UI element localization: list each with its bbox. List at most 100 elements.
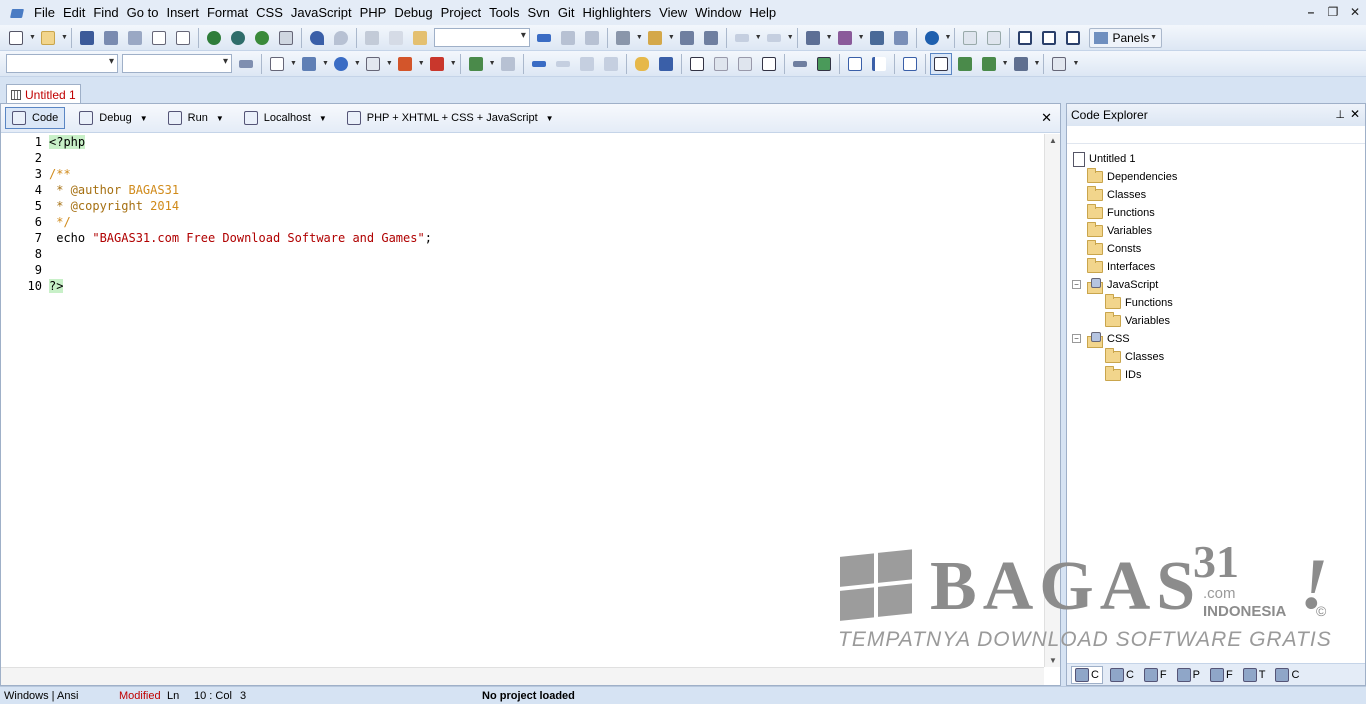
menu-highlighters[interactable]: Highlighters bbox=[578, 0, 655, 25]
tree-item-variables[interactable]: Variables bbox=[1067, 222, 1365, 240]
menu-view[interactable]: View bbox=[655, 0, 691, 25]
layout-a-icon[interactable] bbox=[959, 27, 981, 49]
plugin-icon[interactable] bbox=[802, 27, 824, 49]
browser-icon[interactable] bbox=[227, 27, 249, 49]
menu-help[interactable]: Help bbox=[745, 0, 780, 25]
uncomment-icon[interactable] bbox=[600, 53, 622, 75]
export-icon[interactable] bbox=[978, 53, 1000, 75]
web-icon[interactable] bbox=[251, 27, 273, 49]
wrap-icon[interactable] bbox=[655, 53, 677, 75]
tree-css-classes[interactable]: Classes bbox=[1067, 348, 1365, 366]
list-icon[interactable] bbox=[868, 53, 890, 75]
save-as-icon[interactable] bbox=[100, 27, 122, 49]
pin-icon[interactable] bbox=[497, 53, 519, 75]
clipboard-icon[interactable] bbox=[362, 53, 384, 75]
size-combo[interactable] bbox=[122, 54, 232, 73]
scroll-up-icon[interactable]: ▲ bbox=[1049, 136, 1057, 145]
eraser-icon[interactable] bbox=[890, 27, 912, 49]
menu-css[interactable]: CSS bbox=[252, 0, 287, 25]
menu-go-to[interactable]: Go to bbox=[123, 0, 163, 25]
tree-css[interactable]: CSS − bbox=[1067, 330, 1365, 348]
tools-icon[interactable] bbox=[866, 27, 888, 49]
paste-icon[interactable] bbox=[409, 27, 431, 49]
run-button[interactable]: Run ▼ bbox=[162, 107, 230, 129]
windows-icon[interactable] bbox=[1062, 27, 1084, 49]
menu-tools[interactable]: Tools bbox=[485, 0, 523, 25]
split-vertical-icon[interactable] bbox=[1038, 27, 1060, 49]
layout-b-icon[interactable] bbox=[983, 27, 1005, 49]
explorer-filter[interactable] bbox=[1067, 126, 1365, 144]
hand-icon[interactable] bbox=[631, 53, 653, 75]
debug-button[interactable]: Debug ▼ bbox=[73, 107, 153, 129]
package-icon[interactable] bbox=[644, 27, 666, 49]
block-a-icon[interactable] bbox=[710, 53, 732, 75]
tag-icon[interactable] bbox=[235, 53, 257, 75]
app-icon[interactable] bbox=[8, 3, 30, 23]
menu-edit[interactable]: Edit bbox=[59, 0, 89, 25]
close-window-button[interactable]: ✕ bbox=[1344, 0, 1366, 25]
explorer-tab-5[interactable]: F bbox=[1207, 666, 1236, 684]
explorer-tab-7[interactable]: C bbox=[1272, 666, 1302, 684]
div-icon[interactable] bbox=[899, 53, 921, 75]
menu-format[interactable]: Format bbox=[203, 0, 252, 25]
menu-javascript[interactable]: JavaScript bbox=[287, 0, 356, 25]
print-icon[interactable] bbox=[275, 27, 297, 49]
frame-icon[interactable] bbox=[686, 53, 708, 75]
copy-file-icon[interactable] bbox=[148, 27, 170, 49]
tree-css-ids[interactable]: IDs bbox=[1067, 366, 1365, 384]
undo-icon[interactable] bbox=[306, 27, 328, 49]
language-button[interactable]: PHP + XHTML + CSS + JavaScript ▼ bbox=[341, 107, 560, 129]
search-combo[interactable] bbox=[433, 28, 530, 47]
globe-icon[interactable] bbox=[921, 27, 943, 49]
open-folder-icon[interactable] bbox=[37, 27, 59, 49]
collapse-icon[interactable]: − bbox=[1072, 334, 1081, 343]
copy-icon[interactable] bbox=[385, 27, 407, 49]
tree-root[interactable]: Untitled 1 bbox=[1067, 150, 1365, 168]
image-icon[interactable] bbox=[813, 53, 835, 75]
forward-icon[interactable] bbox=[763, 27, 785, 49]
server-icon[interactable] bbox=[1010, 53, 1032, 75]
tree-item-consts[interactable]: Consts bbox=[1067, 240, 1365, 258]
menu-project[interactable]: Project bbox=[437, 0, 485, 25]
disk-icon[interactable] bbox=[298, 53, 320, 75]
highlighter-icon[interactable] bbox=[394, 53, 416, 75]
menu-file[interactable]: File bbox=[30, 0, 59, 25]
minimize-button[interactable]: – bbox=[1300, 0, 1322, 25]
edit-script-icon[interactable] bbox=[1048, 53, 1070, 75]
font-combo[interactable] bbox=[6, 54, 118, 73]
checkbox-icon[interactable] bbox=[758, 53, 780, 75]
gear-icon[interactable] bbox=[330, 53, 352, 75]
menu-php[interactable]: PHP bbox=[356, 0, 391, 25]
redo-icon[interactable] bbox=[330, 27, 352, 49]
calculator-icon[interactable] bbox=[426, 53, 448, 75]
code-view-button[interactable]: Code bbox=[5, 107, 66, 129]
comment-icon[interactable] bbox=[576, 53, 598, 75]
menu-find[interactable]: Find bbox=[89, 0, 122, 25]
browser-preview-icon[interactable] bbox=[203, 27, 225, 49]
tree-item-dependencies[interactable]: Dependencies bbox=[1067, 168, 1365, 186]
plugin-settings-icon[interactable] bbox=[834, 27, 856, 49]
menu-git[interactable]: Git bbox=[554, 0, 579, 25]
arrow-right-icon[interactable] bbox=[533, 27, 555, 49]
outdent-icon[interactable] bbox=[552, 53, 574, 75]
localhost-button[interactable]: Localhost ▼ bbox=[238, 107, 333, 129]
explorer-tab-3[interactable]: F bbox=[1141, 666, 1170, 684]
save-icon[interactable] bbox=[76, 27, 98, 49]
block-b-icon[interactable] bbox=[734, 53, 756, 75]
collapse-icon[interactable]: − bbox=[1072, 280, 1081, 289]
tree-item-classes[interactable]: Classes bbox=[1067, 186, 1365, 204]
horizontal-scrollbar[interactable] bbox=[1, 667, 1044, 685]
form-icon[interactable] bbox=[266, 53, 288, 75]
explorer-tab-1[interactable]: C bbox=[1071, 665, 1103, 684]
close-editor-icon[interactable]: ✕ bbox=[1041, 110, 1052, 126]
restore-button[interactable]: ❐ bbox=[1322, 0, 1344, 25]
menu-insert[interactable]: Insert bbox=[162, 0, 203, 25]
split-horizontal-icon[interactable] bbox=[1014, 27, 1036, 49]
run-script-icon[interactable] bbox=[954, 53, 976, 75]
pin-icon[interactable]: ⊥ bbox=[1335, 108, 1345, 121]
files-icon[interactable] bbox=[172, 27, 194, 49]
insert-icon[interactable] bbox=[528, 53, 550, 75]
cut-icon[interactable] bbox=[361, 27, 383, 49]
explorer-tab-6[interactable]: T bbox=[1240, 666, 1269, 684]
tree-item-interfaces[interactable]: Interfaces bbox=[1067, 258, 1365, 276]
